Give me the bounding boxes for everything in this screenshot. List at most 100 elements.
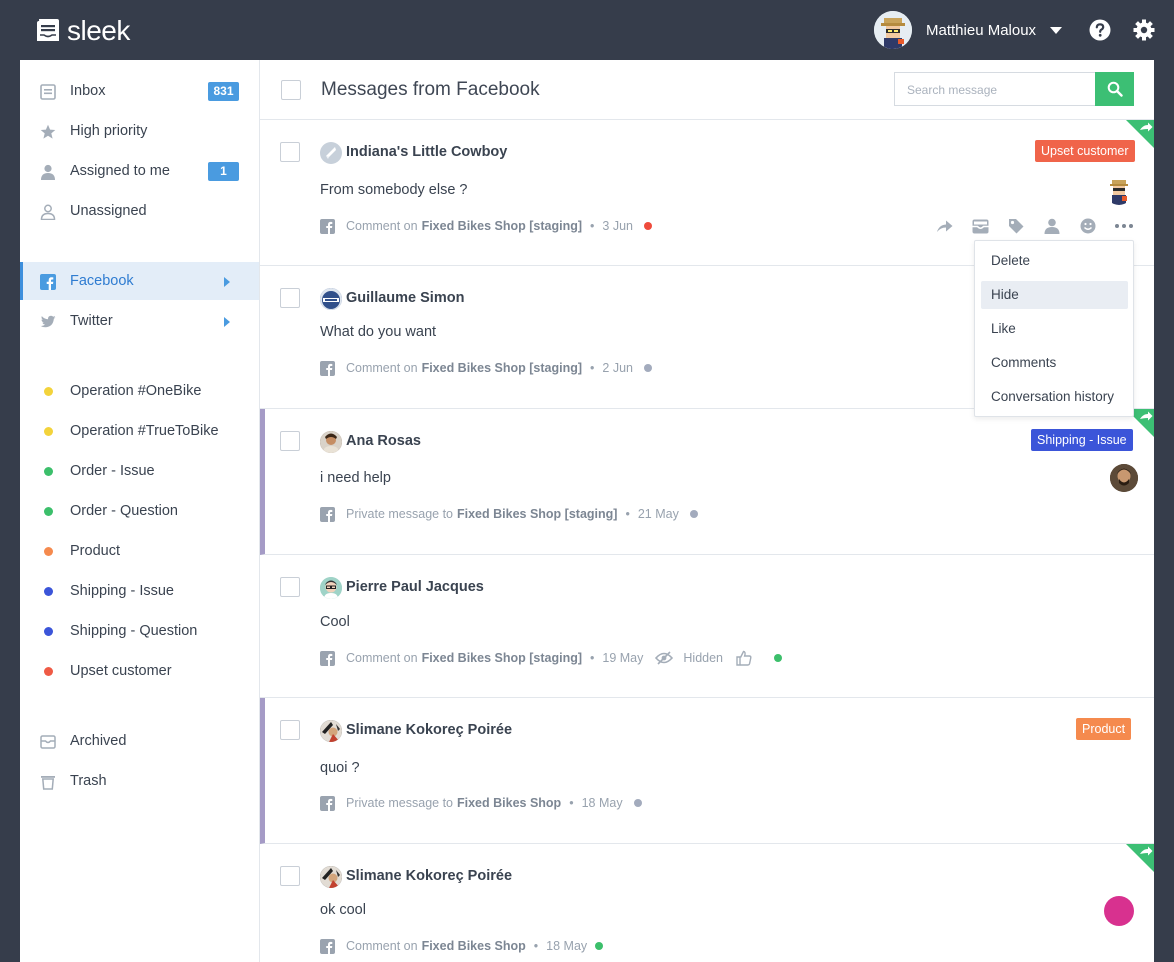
message-page-link[interactable]: Fixed Bikes Shop [staging] bbox=[422, 651, 582, 665]
message-checkbox[interactable] bbox=[280, 577, 300, 597]
message-row[interactable]: Slimane Kokoreç Poirée Product quoi ? Pr… bbox=[260, 698, 1154, 844]
sidebar-item-label: Shipping - Question bbox=[70, 623, 198, 639]
hidden-label: Hidden bbox=[683, 651, 724, 665]
facebook-icon bbox=[320, 795, 335, 811]
sidebar-tag-item[interactable]: Shipping - Question bbox=[20, 612, 259, 650]
sidebar-item-label: Archived bbox=[70, 733, 127, 749]
message-checkbox[interactable] bbox=[280, 720, 300, 740]
avatar bbox=[320, 720, 342, 742]
sidebar-item-assigned[interactable]: Assigned to me 1 bbox=[20, 152, 259, 190]
sidebar-tag-item[interactable]: Operation #TrueToBike bbox=[20, 412, 259, 450]
tag-dot bbox=[44, 627, 53, 636]
search-button[interactable] bbox=[1095, 72, 1134, 106]
message-row[interactable]: Slimane Kokoreç Poirée ok cool Comment o… bbox=[260, 844, 1154, 962]
avatar bbox=[320, 142, 342, 164]
app-logo[interactable]: sleek bbox=[36, 15, 130, 47]
sidebar-tag-item[interactable]: Upset customer bbox=[20, 652, 259, 690]
more-button[interactable] bbox=[1106, 216, 1142, 236]
sidebar-tag-item[interactable]: Order - Issue bbox=[20, 452, 259, 490]
message-page-link[interactable]: Fixed Bikes Shop [staging] bbox=[457, 507, 617, 521]
message-type: Private message to bbox=[346, 796, 453, 810]
sidebar-item-facebook[interactable]: Facebook bbox=[20, 262, 259, 300]
separator: • bbox=[590, 219, 595, 233]
search-input[interactable]: Search message bbox=[894, 72, 1095, 106]
tag-dot bbox=[44, 387, 53, 396]
message-text: What do you want bbox=[320, 324, 437, 340]
person-icon bbox=[41, 164, 55, 180]
message-text: quoi ? bbox=[320, 760, 360, 776]
message-page-link[interactable]: Fixed Bikes Shop bbox=[422, 939, 526, 953]
assignee-avatar[interactable] bbox=[1105, 177, 1133, 205]
message-tag[interactable]: Shipping - Issue bbox=[1031, 429, 1133, 451]
sidebar-item-high-priority[interactable]: High priority bbox=[20, 112, 259, 150]
message-row[interactable]: Pierre Paul Jacques Cool Comment on Fixe… bbox=[260, 555, 1154, 698]
menu-item-conversation-history[interactable]: Conversation history bbox=[981, 383, 1128, 411]
message-page-link[interactable]: Fixed Bikes Shop bbox=[457, 796, 561, 810]
assign-button[interactable] bbox=[1034, 216, 1070, 236]
sidebar-tag-item[interactable]: Product bbox=[20, 532, 259, 570]
sidebar-tag-item[interactable]: Order - Question bbox=[20, 492, 259, 530]
message-page-link[interactable]: Fixed Bikes Shop [staging] bbox=[422, 219, 582, 233]
archive-button[interactable] bbox=[962, 216, 998, 236]
more-actions-menu: Delete Hide Like Comments Conversation h… bbox=[974, 240, 1134, 417]
message-type: Comment on bbox=[346, 651, 418, 665]
user-avatar bbox=[874, 11, 912, 49]
forward-button[interactable] bbox=[926, 216, 962, 236]
sidebar-item-label: Operation #TrueToBike bbox=[70, 423, 219, 439]
star-icon bbox=[40, 124, 56, 139]
sidebar-item-label: High priority bbox=[70, 123, 148, 139]
message-checkbox[interactable] bbox=[280, 288, 300, 308]
help-icon[interactable] bbox=[1089, 19, 1111, 41]
sidebar-tag-item[interactable]: Operation #OneBike bbox=[20, 372, 259, 410]
message-actions bbox=[926, 216, 1142, 236]
message-author: Indiana's Little Cowboy bbox=[346, 144, 508, 160]
sidebar-item-inbox[interactable]: Inbox 831 bbox=[20, 72, 259, 110]
message-meta: Comment on Fixed Bikes Shop [staging] • … bbox=[320, 360, 652, 376]
status-dot bbox=[633, 799, 642, 807]
message-tag[interactable]: Upset customer bbox=[1035, 140, 1135, 162]
message-checkbox[interactable] bbox=[280, 431, 300, 451]
message-checkbox[interactable] bbox=[280, 866, 300, 886]
sidebar-tag-item[interactable]: Shipping - Issue bbox=[20, 572, 259, 610]
forward-corner-icon bbox=[1126, 844, 1154, 872]
user-menu[interactable]: Matthieu Maloux bbox=[874, 11, 1063, 49]
menu-item-hide[interactable]: Hide bbox=[981, 281, 1128, 309]
twitter-icon bbox=[40, 315, 56, 328]
assignee-avatar[interactable] bbox=[1110, 464, 1138, 492]
tag-button[interactable] bbox=[998, 216, 1034, 236]
page-title: Messages from Facebook bbox=[321, 79, 540, 100]
assigned-count-badge: 1 bbox=[208, 162, 239, 181]
separator: • bbox=[590, 361, 595, 375]
sidebar-item-twitter[interactable]: Twitter bbox=[20, 302, 259, 340]
menu-item-comments[interactable]: Comments bbox=[981, 349, 1128, 377]
message-tag[interactable]: Product bbox=[1076, 718, 1132, 740]
sidebar-item-label: Facebook bbox=[70, 273, 134, 289]
thumbs-up-icon[interactable] bbox=[736, 650, 752, 666]
sentiment-button[interactable] bbox=[1070, 216, 1106, 236]
separator: • bbox=[569, 796, 574, 810]
sidebar-item-label: Twitter bbox=[70, 313, 113, 329]
select-all-checkbox[interactable] bbox=[281, 80, 301, 100]
status-dot bbox=[774, 654, 783, 662]
message-checkbox[interactable] bbox=[280, 142, 300, 162]
menu-item-delete[interactable]: Delete bbox=[981, 247, 1128, 275]
message-author: Pierre Paul Jacques bbox=[346, 579, 484, 595]
sidebar-item-archived[interactable]: Archived bbox=[20, 722, 259, 760]
sidebar-item-trash[interactable]: Trash bbox=[20, 762, 259, 800]
sidebar-item-unassigned[interactable]: Unassigned bbox=[20, 192, 259, 230]
gear-icon[interactable] bbox=[1133, 19, 1155, 41]
message-text: Cool bbox=[320, 614, 350, 630]
message-meta: Private message to Fixed Bikes Shop [sta… bbox=[320, 506, 698, 522]
assignee-avatar[interactable] bbox=[1104, 896, 1134, 926]
more-icon bbox=[1115, 224, 1133, 228]
top-bar: sleek Matthieu Maloux bbox=[0, 0, 1174, 60]
facebook-icon bbox=[320, 506, 335, 522]
message-row[interactable]: Ana Rosas Shipping - Issue i need help P… bbox=[260, 409, 1154, 555]
message-meta: Comment on Fixed Bikes Shop [staging] • … bbox=[320, 650, 783, 666]
person-icon bbox=[1044, 218, 1060, 234]
inbox-icon bbox=[40, 84, 56, 100]
menu-item-like[interactable]: Like bbox=[981, 315, 1128, 343]
forward-corner-icon bbox=[1126, 120, 1154, 148]
user-name: Matthieu Maloux bbox=[926, 21, 1037, 39]
message-page-link[interactable]: Fixed Bikes Shop [staging] bbox=[422, 361, 582, 375]
